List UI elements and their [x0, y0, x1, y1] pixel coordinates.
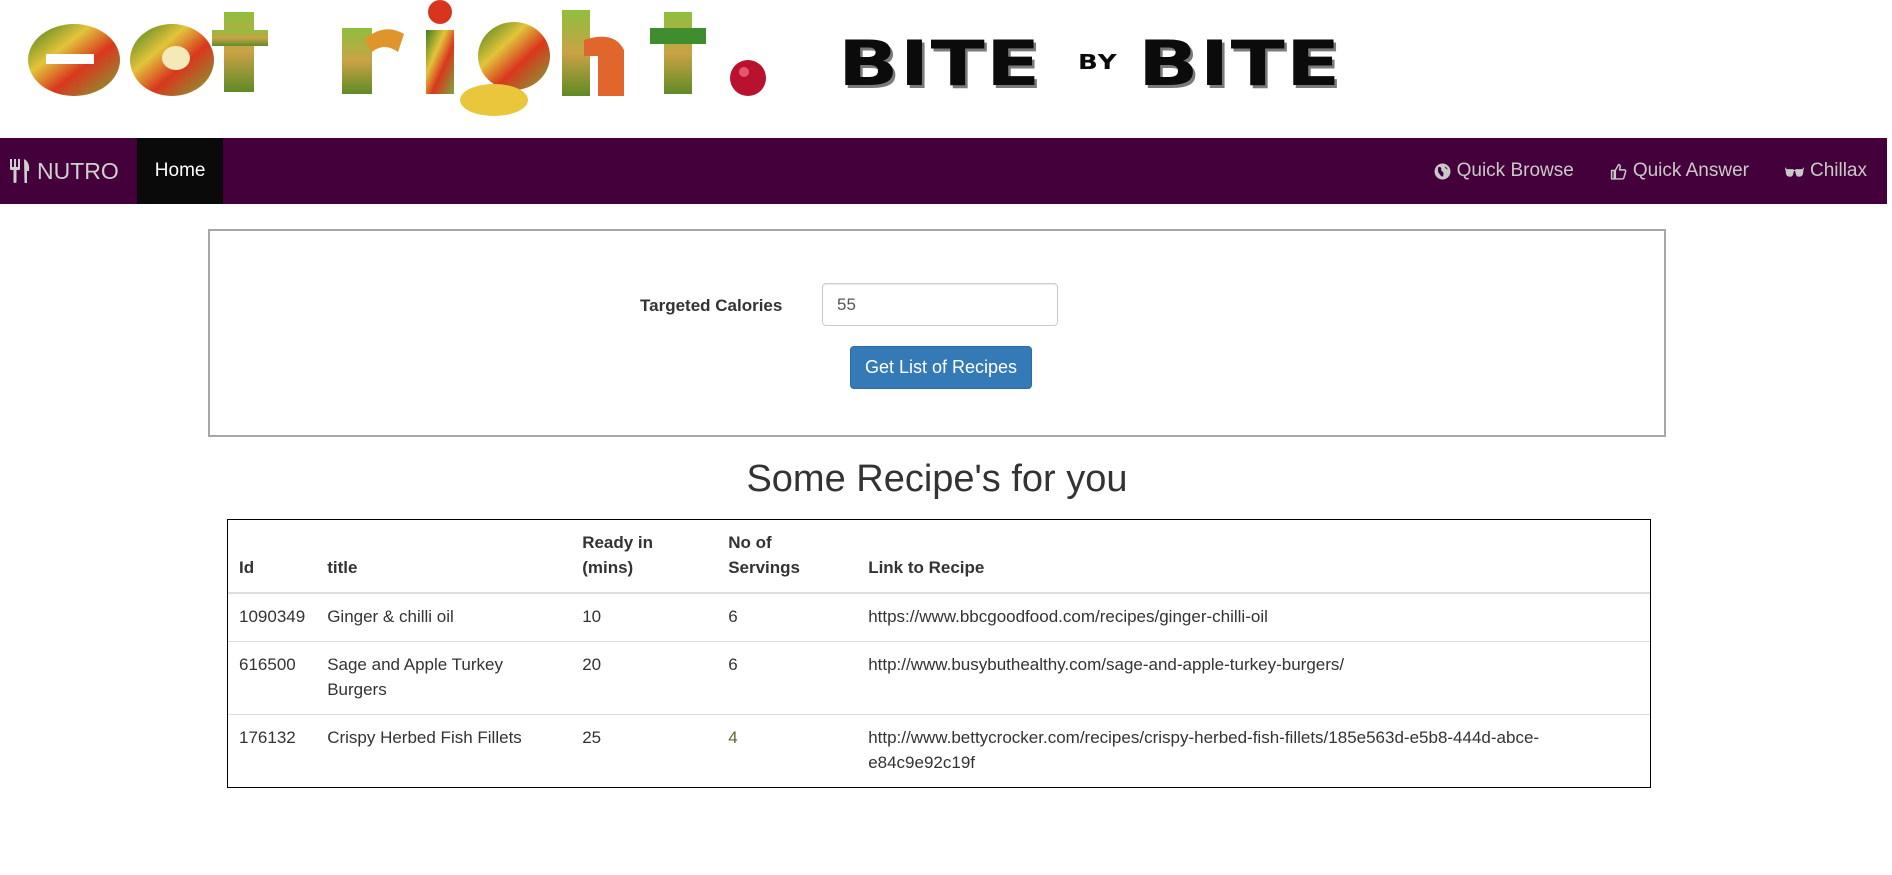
- cell-link[interactable]: http://www.busybuthealthy.com/sage-and-a…: [857, 641, 1650, 715]
- header-ready: Ready in (mins): [571, 520, 718, 594]
- targeted-calories-input[interactable]: [822, 283, 1058, 326]
- cell-title: Sage and Apple Turkey Burgers: [316, 641, 572, 715]
- header-ready-line1: Ready in: [582, 533, 654, 552]
- header-ready-line2: (mins): [582, 558, 634, 577]
- targeted-calories-label: Targeted Calories: [640, 296, 783, 315]
- table-header-row: Id title Ready in (mins) No of Servings …: [228, 520, 1650, 594]
- table-row: 1090349 Ginger & chilli oil 10 6 https:/…: [228, 592, 1650, 642]
- header-servings-line1: No of: [728, 533, 772, 552]
- header-id: Id: [228, 520, 317, 594]
- header-servings-line2: Servings: [728, 558, 800, 577]
- cell-id: 1090349: [228, 592, 317, 642]
- nav-quick-answer[interactable]: Quick Answer: [1610, 160, 1749, 182]
- brand-link[interactable]: NUTRO: [9, 138, 119, 204]
- cell-servings: 6: [717, 592, 858, 642]
- header-link: Link to Recipe: [857, 520, 1650, 594]
- cell-servings: 4: [717, 714, 858, 787]
- cell-link[interactable]: https://www.bbcgoodfood.com/recipes/ging…: [857, 592, 1650, 642]
- calorie-form-panel: Targeted Calories Get List of Recipes: [208, 229, 1666, 437]
- cell-ready: 10: [571, 592, 718, 642]
- nav-right-links: Quick Browse Quick Answer Chillax: [1434, 138, 1887, 204]
- cell-ready: 20: [571, 641, 718, 715]
- sunglasses-icon: [1784, 167, 1804, 177]
- table-row: 176132 Crispy Herbed Fish Fillets 25 4 h…: [228, 714, 1650, 787]
- thumbs-up-icon: [1610, 163, 1627, 180]
- table-row: 616500 Sage and Apple Turkey Burgers 20 …: [228, 641, 1650, 715]
- bite-by-bite-tagline: BITE BY BITE: [838, 33, 1340, 95]
- cutlery-icon: [10, 159, 30, 183]
- nav-chillax-label: Chillax: [1809, 160, 1867, 181]
- cell-link[interactable]: http://www.bettycrocker.com/recipes/cris…: [857, 714, 1650, 787]
- cell-id: 176132: [228, 714, 317, 787]
- nav-quick-answer-label: Quick Answer: [1632, 160, 1749, 181]
- cell-title: Ginger & chilli oil: [316, 592, 572, 642]
- nav-quick-browse[interactable]: Quick Browse: [1434, 160, 1574, 182]
- header-servings: No of Servings: [717, 520, 858, 594]
- main-navbar: NUTRO Home Quick Browse Quick Answer Chi…: [0, 138, 1887, 204]
- tagline-word-2: BITE: [1138, 27, 1342, 100]
- nav-home[interactable]: Home: [136, 138, 224, 204]
- cell-title: Crispy Herbed Fish Fillets: [316, 714, 572, 787]
- nav-chillax[interactable]: Chillax: [1784, 160, 1867, 182]
- cell-ready: 25: [571, 714, 718, 787]
- nav-quick-browse-label: Quick Browse: [1456, 160, 1574, 181]
- cell-servings: 6: [717, 641, 858, 715]
- header-banner: BITE BY BITE: [0, 0, 1892, 138]
- eat-right-logo: [28, 0, 766, 116]
- globe-icon: [1434, 163, 1451, 179]
- results-title: Some Recipe's for you: [746, 458, 1128, 500]
- recipes-table: Id title Ready in (mins) No of Servings …: [227, 519, 1651, 788]
- brand-name: NUTRO: [37, 157, 119, 184]
- get-recipes-button[interactable]: Get List of Recipes: [850, 346, 1032, 389]
- cell-id: 616500: [228, 641, 317, 715]
- header-title: title: [316, 520, 572, 594]
